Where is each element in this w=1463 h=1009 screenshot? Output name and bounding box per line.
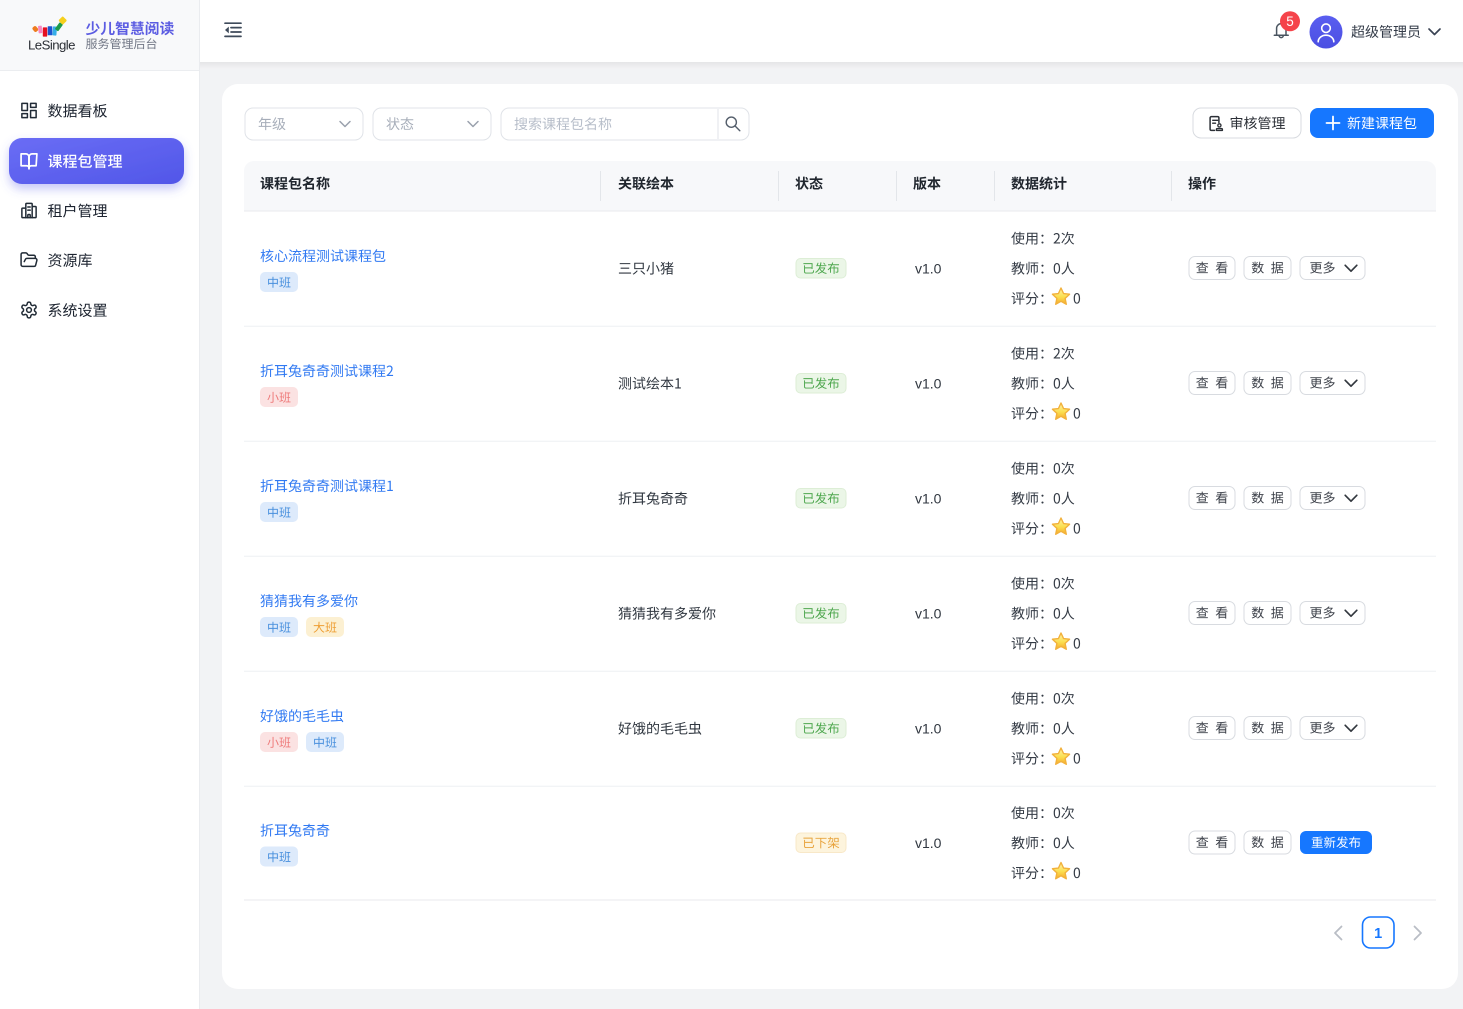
svg-text:v1.0: v1.0	[915, 835, 942, 851]
svg-text:5: 5	[1286, 14, 1294, 29]
svg-text:v1.0: v1.0	[915, 606, 942, 622]
svg-text:LeSingle: LeSingle	[28, 38, 75, 53]
svg-text:1: 1	[1374, 926, 1382, 942]
svg-text:v1.0: v1.0	[915, 376, 942, 392]
svg-text:v1.0: v1.0	[915, 491, 942, 507]
svg-text:v1.0: v1.0	[915, 721, 942, 737]
svg-text:v1.0: v1.0	[915, 261, 942, 277]
